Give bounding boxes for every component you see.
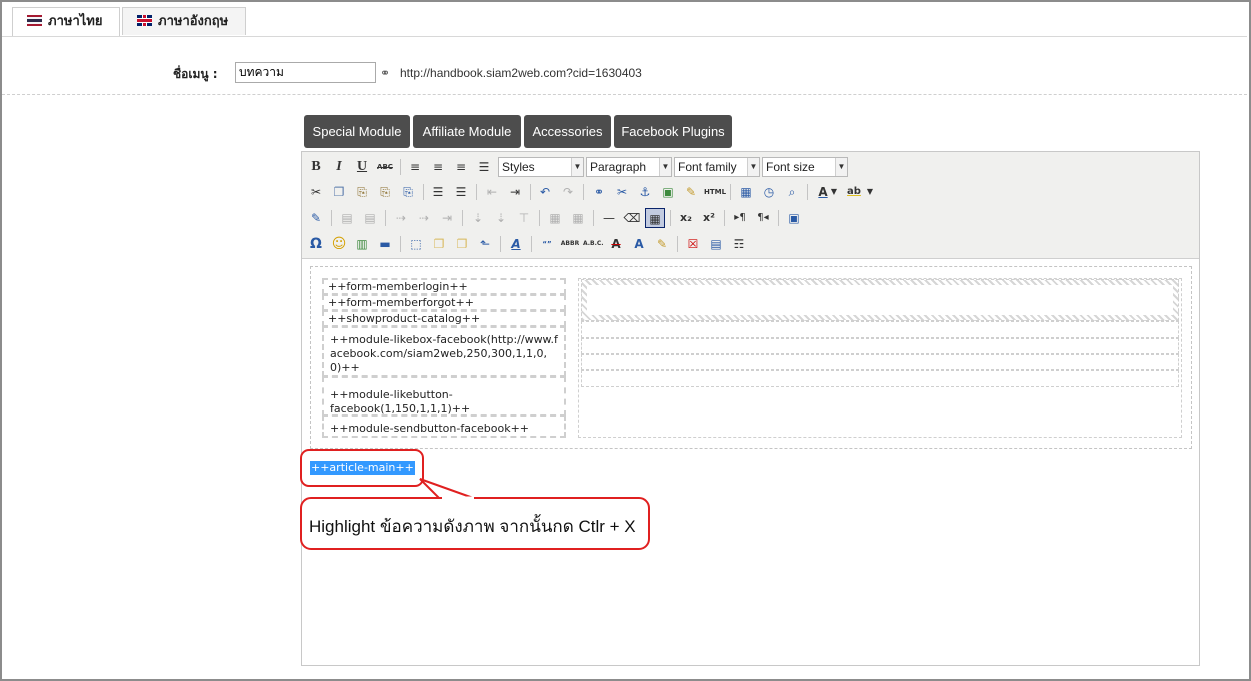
instruction-text: Highlight ข้อความดังภาพ จากนั้นกด Ctlr +… <box>309 517 636 536</box>
callout-pointer-mask <box>442 496 474 500</box>
